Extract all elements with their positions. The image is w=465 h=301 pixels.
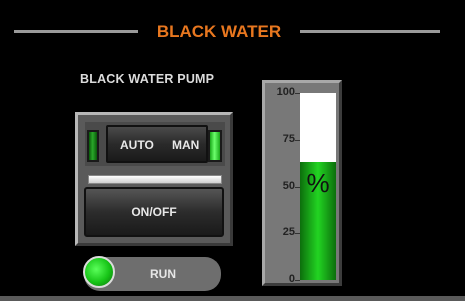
tank-unit-label: %	[306, 168, 330, 198]
tank-tick-mark	[295, 280, 300, 281]
man-label: MAN	[172, 138, 200, 152]
tank-level-bar: %	[300, 93, 336, 280]
tank-level-gauge: 100 75 50 25 0 %	[262, 80, 342, 286]
on-off-button[interactable]: ON/OFF	[84, 187, 224, 237]
mode-selector: AUTO MAN	[85, 122, 225, 166]
bottom-divider	[0, 296, 465, 301]
tank-tick-label: 25	[282, 226, 295, 239]
page-title: BLACK WATER	[156, 22, 282, 41]
tank-tick-label: 0	[288, 273, 295, 285]
man-indicator-led	[208, 130, 222, 162]
on-off-label: ON/OFF	[131, 205, 177, 219]
title-divider-right	[300, 30, 440, 33]
run-indicator: RUN	[83, 256, 221, 291]
run-label: RUN	[150, 267, 176, 281]
auto-man-toggle-button[interactable]: AUTO MAN	[106, 125, 208, 163]
pump-status-bar	[88, 175, 222, 184]
pump-control-panel: AUTO MAN ON/OFF	[75, 112, 233, 246]
title-divider-left	[14, 30, 138, 33]
auto-label: AUTO	[120, 138, 154, 152]
tank-tick-label: 50	[282, 179, 295, 192]
auto-indicator-led	[87, 130, 99, 162]
tank-tick-label: 75	[282, 132, 295, 145]
pump-label: BLACK WATER PUMP	[80, 72, 215, 86]
tank-tick-label: 100	[276, 86, 295, 98]
run-status-led	[83, 256, 115, 288]
